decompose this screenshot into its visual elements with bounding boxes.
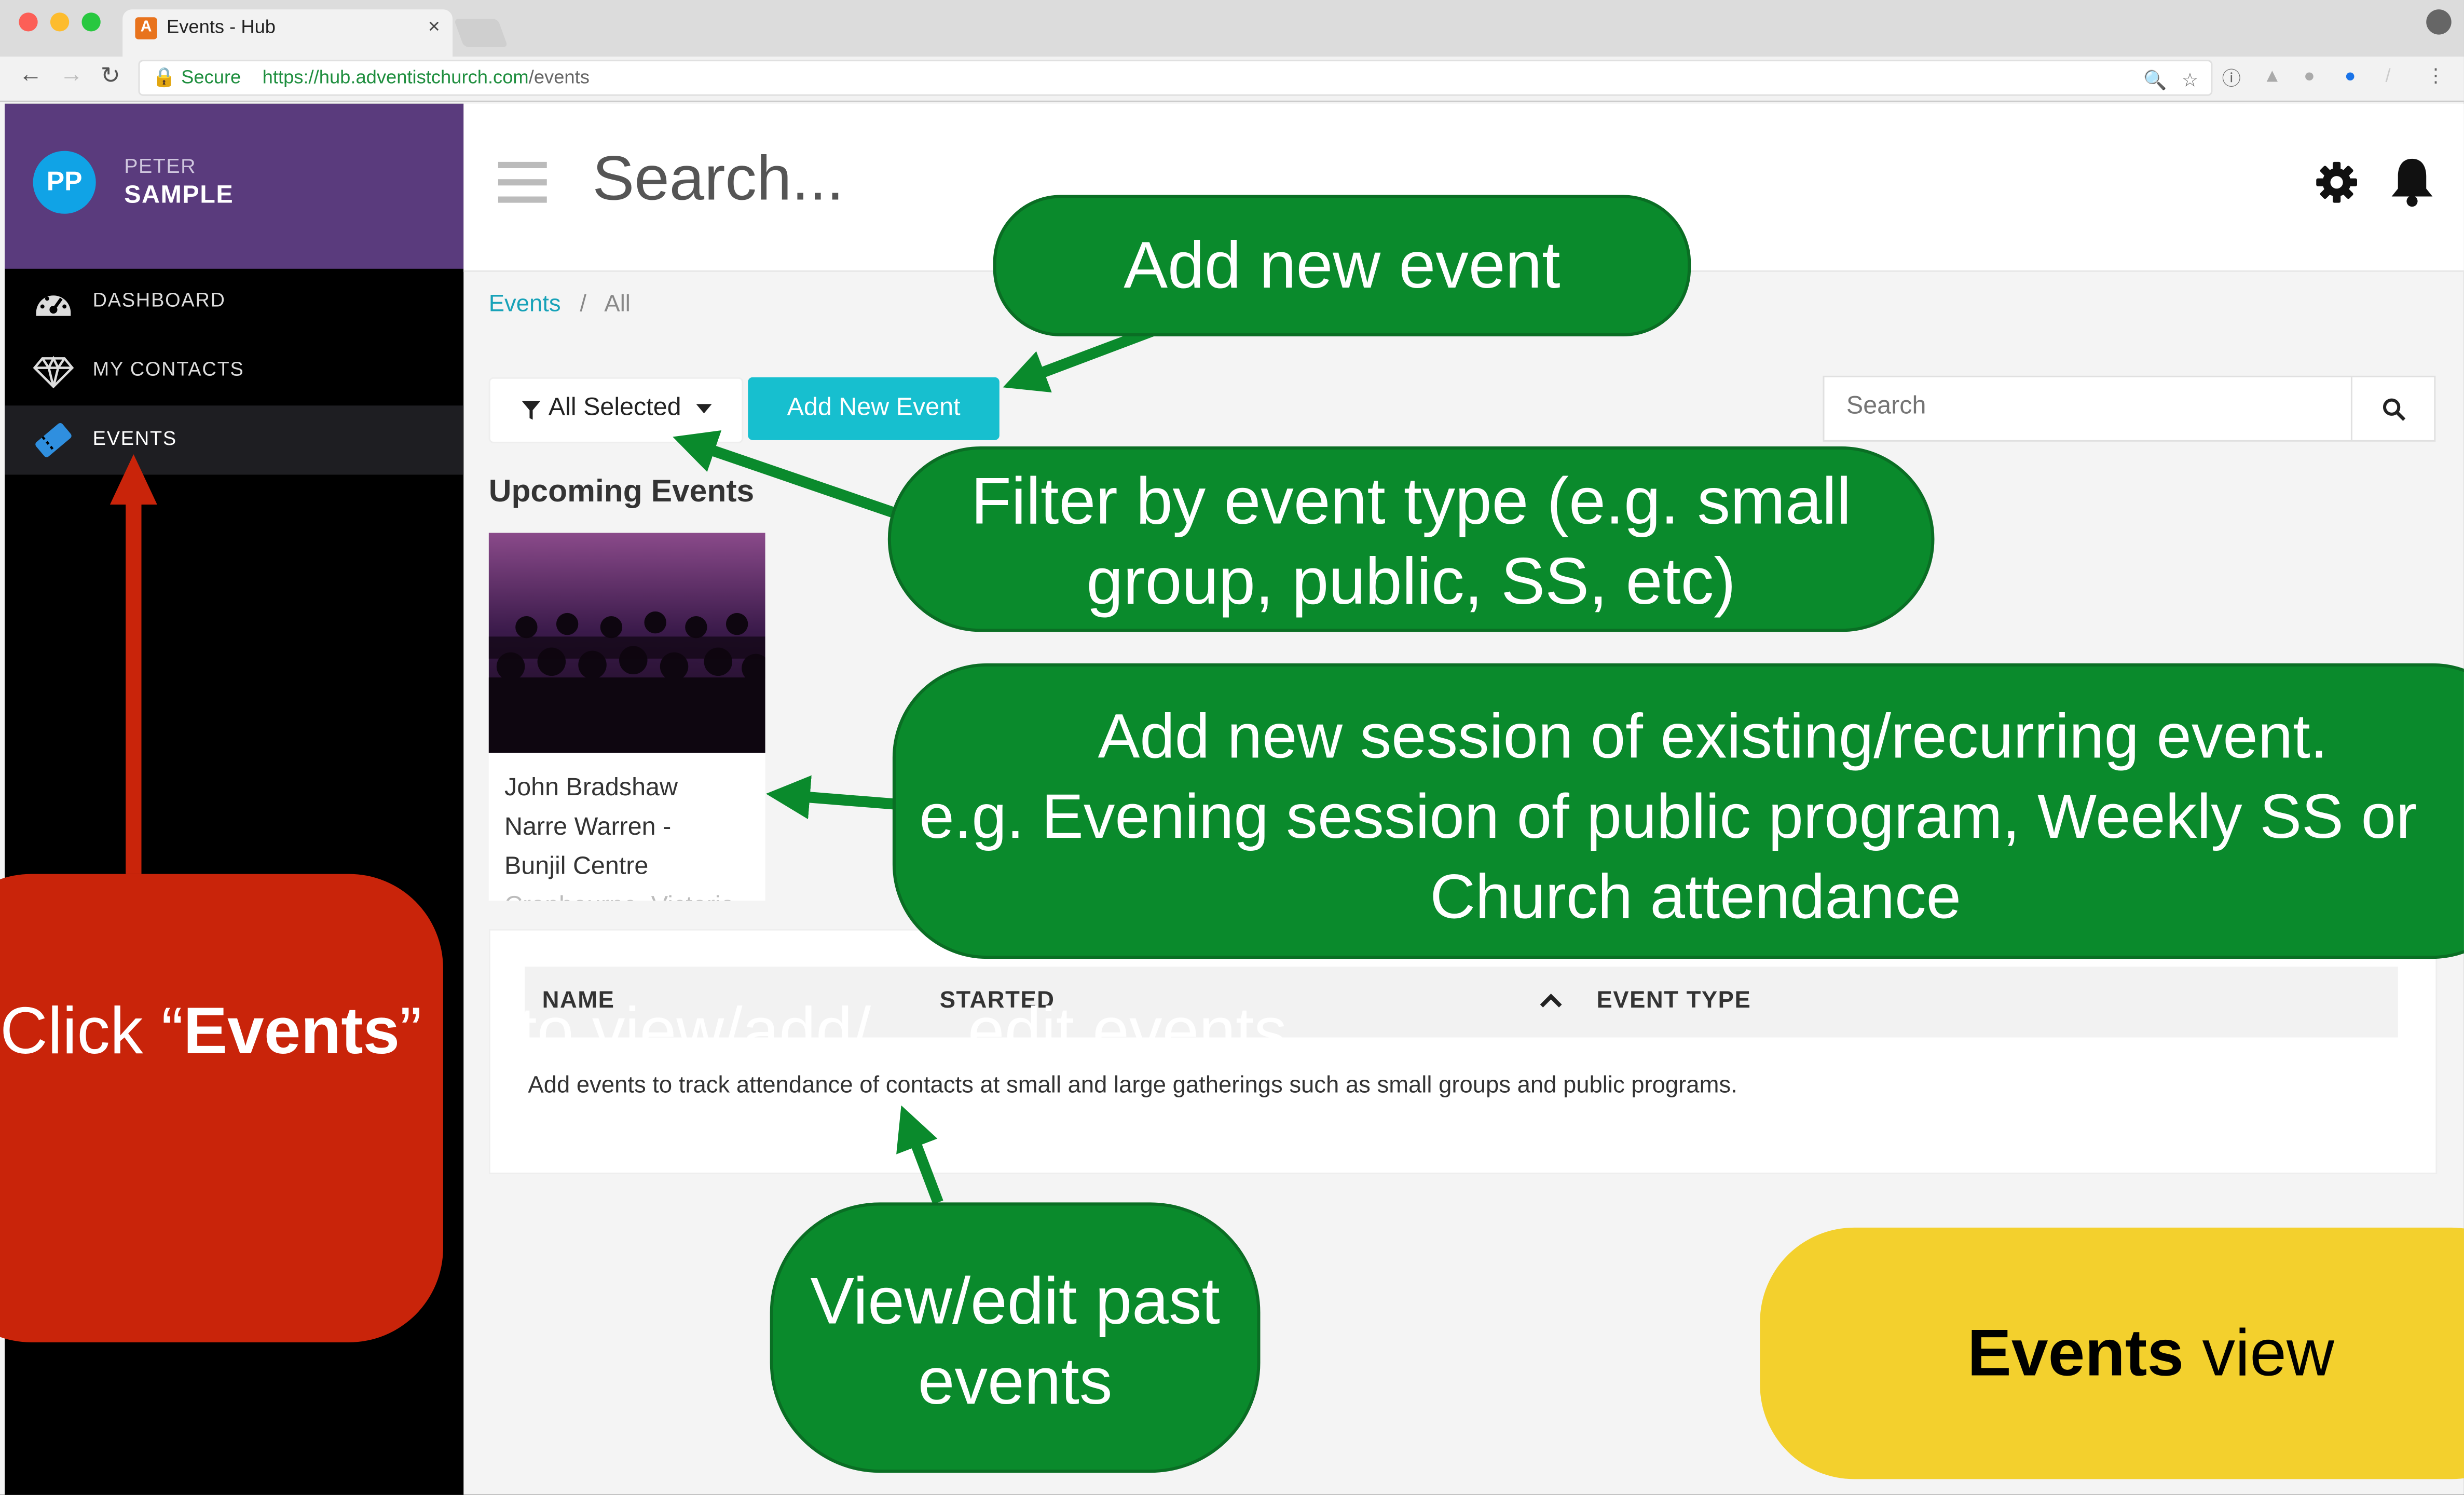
gear-icon[interactable] xyxy=(2315,160,2359,205)
hub-favicon-icon: A xyxy=(135,17,157,39)
search-icon xyxy=(2383,398,2406,421)
audience-photo xyxy=(488,611,765,753)
sidebar-item-events[interactable]: EVENTS xyxy=(5,405,464,475)
annotation-click-events: Click “Events” to view/add/ edit events xyxy=(0,874,1287,1342)
url-host: https://hub.adventistchurch.com xyxy=(262,66,529,88)
user-last-name: SAMPLE xyxy=(124,182,234,209)
column-header-event-type[interactable]: EVENT TYPE xyxy=(1596,987,1751,1014)
ticket-icon xyxy=(35,423,72,457)
event-type-filter-dropdown[interactable]: All Selected xyxy=(488,377,744,443)
sidebar-item-label: DASHBOARD xyxy=(92,289,226,311)
filter-icon xyxy=(522,401,541,420)
annotation-click-bold: Events xyxy=(183,993,400,1068)
notification-bell-icon[interactable] xyxy=(2389,154,2436,208)
browser-menu-icon[interactable]: ⋮ xyxy=(2426,64,2445,86)
annotation-text: Add new event xyxy=(1124,228,1560,302)
hamburger-menu-icon[interactable] xyxy=(498,161,547,206)
annotation-click-prefix: Click “ xyxy=(0,993,184,1068)
annotation-text: Events view xyxy=(1967,1228,2334,1479)
avatar: PP xyxy=(33,151,96,214)
annotation-text: e.g. Evening session of public program, … xyxy=(919,782,2417,852)
sidebar-item-my-contacts[interactable]: MY CONTACTS xyxy=(5,336,463,405)
browser-tab-bar: A Events - Hub × xyxy=(0,0,2464,57)
annotation-filter: Filter by event type (e.g. small group, … xyxy=(887,446,1935,632)
event-search xyxy=(1823,375,2436,442)
event-card-text: John Bradshaw Narre Warren - Bunjil Cent… xyxy=(504,769,734,901)
forward-arrow-icon[interactable]: → xyxy=(60,61,83,88)
add-new-event-button[interactable]: Add New Event xyxy=(748,377,1000,440)
event-title-line3: Bunjil Centre xyxy=(504,853,649,880)
annotation-add-session: Add new session of existing/recurring ev… xyxy=(892,663,2464,959)
breadcrumb-current: All xyxy=(604,291,631,318)
reload-icon[interactable]: ↻ xyxy=(101,61,120,89)
annotation-text: group, public, SS, etc) xyxy=(1086,543,1736,618)
sidebar-item-dashboard[interactable]: DASHBOARD xyxy=(5,267,463,336)
secure-indicator: 🔒 Secure xyxy=(153,66,241,88)
annotation-text: Click “Events” xyxy=(0,994,422,1067)
extension-feather-icon[interactable]: / xyxy=(2386,64,2391,86)
annotation-text: Church attendance xyxy=(1430,863,1961,932)
event-search-input[interactable] xyxy=(1824,377,2387,437)
maximize-window-button[interactable] xyxy=(81,12,101,32)
annotation-text: events xyxy=(918,1343,1113,1418)
tab-close-button[interactable]: × xyxy=(428,14,440,37)
url-path: /events xyxy=(528,66,590,88)
search-button[interactable] xyxy=(2350,377,2434,440)
extension-info-icon[interactable]: ⓘ xyxy=(2222,64,2241,91)
screenshot-frame: A Events - Hub × ← → ↻ 🔒 Secure https://… xyxy=(0,0,2464,1495)
event-card[interactable]: John Bradshaw Narre Warren - Bunjil Cent… xyxy=(488,533,765,901)
event-image xyxy=(488,533,765,753)
address-bar[interactable]: 🔒 Secure https://hub.adventistchurch.com… xyxy=(138,60,2213,96)
annotation-view-bold: Events xyxy=(1967,1315,2184,1390)
annotation-view-rest: view xyxy=(2184,1315,2334,1390)
annotation-text: Filter by event type (e.g. small xyxy=(970,464,1852,538)
browser-profile-icon[interactable] xyxy=(2426,9,2452,35)
filter-label: All Selected xyxy=(548,395,681,422)
caret-down-icon xyxy=(696,404,712,414)
annotation-click-suffix: ” xyxy=(400,993,422,1068)
tab-title: Events - Hub xyxy=(166,16,276,38)
event-location: Cranbourne, Victoria xyxy=(504,887,734,901)
event-title-line2: Narre Warren - xyxy=(504,814,672,841)
sort-ascending-icon[interactable] xyxy=(1540,994,1562,1008)
zoom-icon[interactable]: 🔍 xyxy=(2143,69,2167,91)
diamond-icon xyxy=(33,356,74,389)
annotation-text: Add new session of existing/recurring ev… xyxy=(1098,702,2328,772)
back-arrow-icon[interactable]: ← xyxy=(19,61,42,88)
extension-zoom-icon[interactable]: ● xyxy=(2345,64,2356,86)
lock-icon: 🔒 xyxy=(152,66,176,88)
global-search-input[interactable]: Search... xyxy=(593,145,844,215)
arrow-to-add-button xyxy=(1003,324,1157,393)
url-text: https://hub.adventistchurch.com/events xyxy=(263,66,590,88)
dashboard-icon xyxy=(36,295,71,316)
close-window-button[interactable] xyxy=(19,12,38,32)
bookmark-star-icon[interactable]: ☆ xyxy=(2182,69,2199,91)
annotation-text: edit events xyxy=(967,993,1287,1068)
extension-drive-icon[interactable]: ▲ xyxy=(2263,64,2281,86)
browser-toolbar: ← → ↻ 🔒 Secure https://hub.adventistchur… xyxy=(0,57,2464,102)
browser-tab[interactable]: A Events - Hub × xyxy=(122,9,453,57)
breadcrumb-link-events[interactable]: Events xyxy=(489,291,561,317)
annotation-add-new-event: Add new event xyxy=(993,195,1691,336)
arrow-to-event-card xyxy=(765,775,904,820)
annotation-text: to view/add/ xyxy=(518,993,871,1068)
sidebar-item-label: MY CONTACTS xyxy=(92,358,244,380)
secure-label: Secure xyxy=(181,66,241,88)
upcoming-events-heading: Upcoming Events xyxy=(488,474,755,510)
breadcrumb: Events / All xyxy=(489,291,631,317)
annotation-events-view: Events view xyxy=(1760,1227,2464,1479)
extension-puzzle-icon[interactable]: ● xyxy=(2304,64,2315,86)
sidebar-item-label: EVENTS xyxy=(92,427,177,450)
annotation-past-events: View/edit past events xyxy=(770,1202,1261,1473)
user-first-name: PETER xyxy=(124,154,197,178)
empty-table-message: Add events to track attendance of contac… xyxy=(528,1072,1737,1099)
new-tab-button[interactable] xyxy=(454,19,508,47)
minimize-window-button[interactable] xyxy=(50,12,70,32)
event-title-line1: John Bradshaw xyxy=(504,774,678,802)
annotation-text: View/edit past xyxy=(810,1263,1220,1338)
breadcrumb-separator: / xyxy=(580,291,587,318)
user-profile[interactable]: PP PETER SAMPLE xyxy=(5,103,464,269)
